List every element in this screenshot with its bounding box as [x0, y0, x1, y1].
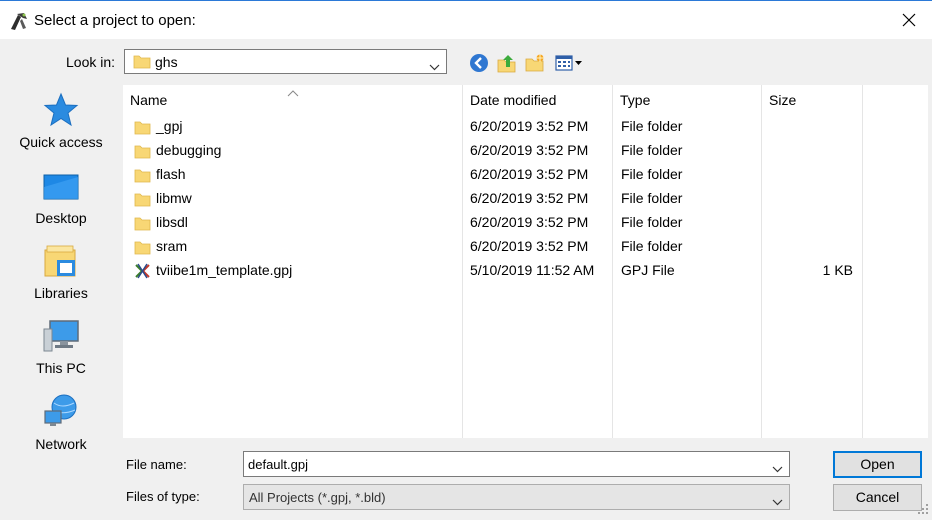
look-in-combo[interactable]: ghs	[124, 49, 447, 74]
folder-icon	[134, 239, 151, 258]
file-name: debugging	[156, 142, 222, 158]
place-desktop[interactable]: Desktop	[0, 161, 122, 233]
back-icon	[470, 54, 488, 72]
look-in-value: ghs	[155, 54, 178, 70]
sort-ascending-icon	[287, 84, 299, 100]
cancel-button[interactable]: Cancel	[833, 484, 922, 511]
libraries-icon	[44, 245, 76, 277]
new-folder-icon	[525, 54, 544, 72]
file-row-libmw[interactable]: libmw 6/20/2019 3:52 PM File folder	[123, 187, 863, 211]
column-header-size[interactable]: Size	[762, 85, 862, 115]
file-date: 6/20/2019 3:52 PM	[470, 214, 589, 230]
file-list[interactable]: Name Date modified Type Size _gpj 6/20/2…	[123, 85, 928, 438]
column-header-name[interactable]: Name	[123, 85, 462, 115]
place-label: Libraries	[34, 285, 88, 301]
file-type: File folder	[621, 166, 683, 182]
file-type: File folder	[621, 238, 683, 254]
back-button[interactable]	[468, 52, 490, 74]
close-button[interactable]	[886, 1, 932, 39]
file-row-sram[interactable]: sram 6/20/2019 3:52 PM File folder	[123, 235, 863, 259]
folder-icon	[134, 215, 151, 234]
file-name-label: File name:	[126, 457, 187, 472]
up-folder-button[interactable]	[496, 52, 518, 74]
file-row-gpj[interactable]: _gpj 6/20/2019 3:52 PM File folder	[123, 115, 863, 139]
file-type: GPJ File	[621, 262, 675, 278]
title-bar[interactable]: Select a project to open:	[0, 1, 932, 39]
computer-icon	[43, 320, 79, 352]
place-this-pc[interactable]: This PC	[0, 311, 122, 383]
column-header-type[interactable]: Type	[613, 85, 761, 115]
file-type: File folder	[621, 190, 683, 206]
place-label: Desktop	[35, 210, 87, 226]
chevron-down-icon	[772, 493, 783, 509]
look-in-label: Look in:	[66, 54, 116, 70]
view-menu-button[interactable]	[554, 52, 586, 74]
file-date: 6/20/2019 3:52 PM	[470, 190, 589, 206]
file-date: 6/20/2019 3:52 PM	[470, 142, 589, 158]
file-name: tviibe1m_template.gpj	[156, 262, 293, 278]
app-icon	[8, 10, 30, 32]
file-row-debugging[interactable]: debugging 6/20/2019 3:52 PM File folder	[123, 139, 863, 163]
file-type: File folder	[621, 142, 683, 158]
file-row-template-gpj[interactable]: tviibe1m_template.gpj 5/10/2019 11:52 AM…	[123, 259, 863, 283]
file-type-select[interactable]: All Projects (*.gpj, *.bld)	[243, 484, 790, 510]
file-name: flash	[156, 166, 186, 182]
folder-icon	[134, 167, 151, 186]
file-date: 5/10/2019 11:52 AM	[470, 262, 595, 278]
place-quick-access[interactable]: Quick access	[0, 85, 122, 157]
desktop-icon	[43, 174, 79, 200]
close-icon	[902, 13, 916, 27]
file-name: sram	[156, 238, 188, 254]
network-icon	[44, 394, 77, 426]
file-name: libmw	[156, 190, 192, 206]
file-row-libsdl[interactable]: libsdl 6/20/2019 3:52 PM File folder	[123, 211, 863, 235]
chevron-down-icon[interactable]	[772, 460, 783, 476]
file-name: _gpj	[156, 118, 183, 134]
open-button[interactable]: Open	[833, 451, 922, 478]
window-title: Select a project to open:	[34, 12, 196, 29]
file-size: 1 KB	[822, 262, 853, 278]
file-name-input[interactable]	[248, 455, 763, 473]
place-libraries[interactable]: Libraries	[0, 236, 122, 308]
file-date: 6/20/2019 3:52 PM	[470, 118, 589, 134]
file-date: 6/20/2019 3:52 PM	[470, 238, 589, 254]
place-label: Network	[35, 436, 87, 452]
folder-icon	[133, 53, 151, 72]
up-folder-icon	[497, 55, 516, 73]
file-type-value: All Projects (*.gpj, *.bld)	[249, 490, 386, 505]
places-bar: Quick access Desktop Libraries This PC N…	[0, 85, 122, 452]
folder-icon	[134, 119, 151, 138]
folder-icon	[134, 143, 151, 162]
place-label: This PC	[36, 360, 86, 376]
file-name-combo[interactable]	[243, 451, 790, 477]
file-row-flash[interactable]: flash 6/20/2019 3:52 PM File folder	[123, 163, 863, 187]
place-network[interactable]: Network	[0, 387, 122, 459]
chevron-down-icon	[429, 58, 440, 74]
new-folder-button[interactable]	[524, 52, 546, 74]
file-name: libsdl	[156, 214, 188, 230]
folder-icon	[134, 191, 151, 210]
resize-grip-icon[interactable]	[917, 502, 929, 518]
gpj-file-icon	[134, 263, 151, 282]
star-icon	[43, 92, 79, 127]
file-type-label: Files of type:	[126, 489, 200, 504]
place-label: Quick access	[19, 134, 103, 150]
view-menu-icon	[555, 55, 582, 71]
file-date: 6/20/2019 3:52 PM	[470, 166, 589, 182]
file-type: File folder	[621, 118, 683, 134]
file-type: File folder	[621, 214, 683, 230]
column-header-date[interactable]: Date modified	[463, 85, 612, 115]
